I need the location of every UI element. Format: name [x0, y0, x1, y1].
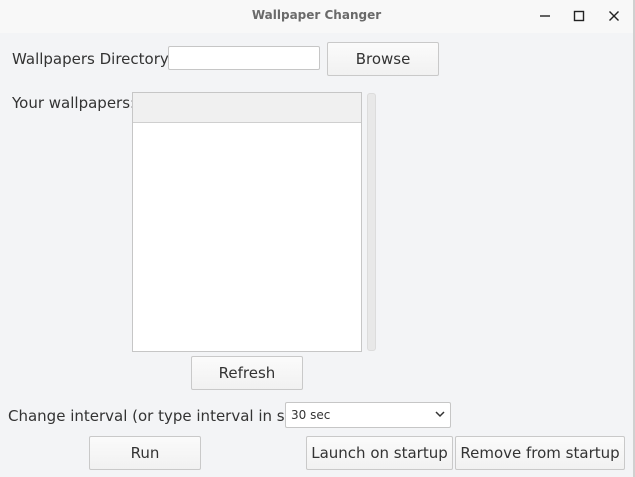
wallpapers-label: Your wallpapers:: [12, 94, 136, 112]
maximize-button[interactable]: [569, 7, 589, 25]
close-icon: [609, 11, 619, 21]
directory-label: Wallpapers Directory:: [12, 50, 173, 68]
interval-select[interactable]: 30 sec: [285, 402, 451, 428]
interval-select-value: 30 sec: [291, 408, 331, 422]
list-header: [133, 93, 361, 123]
close-button[interactable]: [604, 7, 624, 25]
minimize-icon: [540, 15, 550, 17]
maximize-icon: [573, 10, 585, 22]
remove-from-startup-button[interactable]: Remove from startup: [455, 436, 625, 470]
chevron-down-icon: [435, 411, 445, 418]
directory-input[interactable]: [168, 46, 320, 70]
wallpapers-list[interactable]: [132, 92, 362, 352]
title-bar[interactable]: Wallpaper Changer: [0, 0, 635, 33]
list-scrollbar[interactable]: [367, 93, 376, 351]
run-button[interactable]: Run: [89, 436, 201, 470]
refresh-button[interactable]: Refresh: [191, 356, 303, 390]
interval-label: Change interval (or type interval in sec…: [8, 407, 313, 425]
browse-button[interactable]: Browse: [327, 42, 439, 76]
main-panel: Wallpapers Directory: Browse Your wallpa…: [0, 33, 635, 477]
minimize-button[interactable]: [535, 7, 555, 25]
launch-on-startup-button[interactable]: Launch on startup: [306, 436, 453, 470]
